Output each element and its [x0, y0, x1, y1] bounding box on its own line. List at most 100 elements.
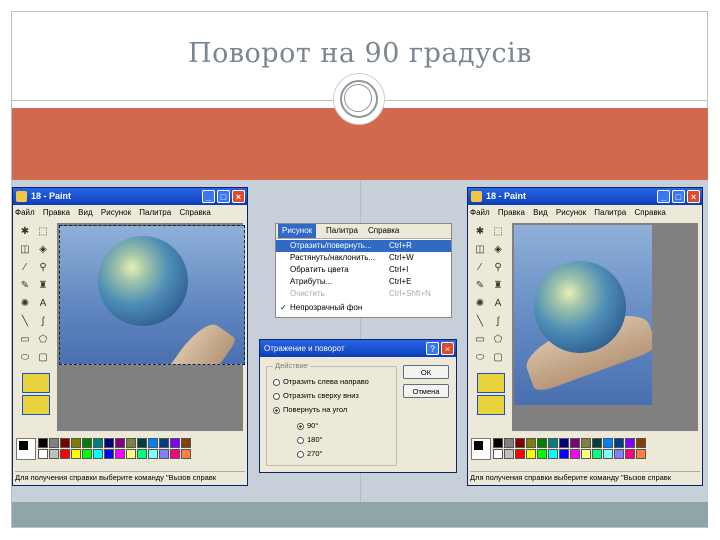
menu-item-attributes[interactable]: Атрибуты... Ctrl+E [276, 276, 451, 288]
window-titlebar[interactable]: 18 - Paint _ □ × [13, 188, 247, 205]
rect-select-icon[interactable]: ⬚ [491, 225, 505, 239]
palette-swatch[interactable] [60, 449, 70, 459]
palette-swatch[interactable] [93, 449, 103, 459]
line-icon[interactable]: ╲ [473, 315, 487, 329]
maximize-icon[interactable]: □ [217, 190, 230, 203]
palette-swatch[interactable] [126, 449, 136, 459]
cancel-button[interactable]: Отмена [403, 384, 449, 398]
palette-swatch[interactable] [148, 438, 158, 448]
angle-270-option[interactable]: 270° [297, 449, 323, 459]
window-titlebar[interactable]: 18 - Paint _ □ × [468, 188, 702, 205]
palette-swatch[interactable] [636, 449, 646, 459]
palette-swatch[interactable] [581, 449, 591, 459]
rectangle-icon[interactable]: ▭ [18, 333, 32, 347]
palette-swatch[interactable] [537, 449, 547, 459]
line-icon[interactable]: ╲ [18, 315, 32, 329]
palette-swatch[interactable] [137, 438, 147, 448]
menu-item-flip-rotate[interactable]: Отразить/повернуть... Ctrl+R [276, 240, 451, 252]
minimize-icon[interactable]: _ [657, 190, 670, 203]
brush-icon[interactable]: ♜ [491, 279, 505, 293]
palette-swatch[interactable] [137, 449, 147, 459]
help-icon[interactable]: ? [426, 342, 439, 355]
flip-vertical-option[interactable]: Отразить сверху вниз [273, 391, 359, 401]
palette-swatch[interactable] [504, 449, 514, 459]
palette-swatch[interactable] [38, 449, 48, 459]
dialog-titlebar[interactable]: Отражение и поворот ? × [260, 340, 456, 357]
menu-help[interactable]: Справка [179, 208, 210, 217]
palette-swatch[interactable] [493, 449, 503, 459]
palette-swatch[interactable] [71, 438, 81, 448]
palette-swatch[interactable] [581, 438, 591, 448]
palette-swatch[interactable] [181, 438, 191, 448]
flip-horizontal-option[interactable]: Отразить слева направо [273, 377, 369, 387]
close-icon[interactable]: × [687, 190, 700, 203]
transparent-mode-icon[interactable] [477, 395, 505, 415]
brush-icon[interactable]: ♜ [36, 279, 50, 293]
palette-swatch[interactable] [515, 438, 525, 448]
palette-swatch[interactable] [603, 449, 613, 459]
free-select-icon[interactable]: ✱ [473, 225, 487, 239]
palette-swatch[interactable] [504, 438, 514, 448]
palette-swatch[interactable] [159, 449, 169, 459]
palette-swatch[interactable] [115, 438, 125, 448]
menu-palette[interactable]: Палитра [139, 208, 171, 217]
menu-image[interactable]: Рисунок [278, 224, 317, 238]
palette-swatch[interactable] [71, 449, 81, 459]
menu-palette[interactable]: Палитра [594, 208, 626, 217]
menu-palette[interactable]: Палитра [326, 224, 358, 238]
eraser-icon[interactable]: ◫ [18, 243, 32, 257]
palette-swatch[interactable] [82, 449, 92, 459]
rounded-rect-icon[interactable]: ▢ [36, 351, 50, 365]
palette-swatch[interactable] [93, 438, 103, 448]
picker-icon[interactable]: ⁄ [473, 261, 487, 275]
menu-help[interactable]: Справка [368, 224, 399, 238]
globe-image[interactable] [59, 225, 245, 365]
menu-item-stretch[interactable]: Растянуть/наклонить... Ctrl+W [276, 252, 451, 264]
angle-90-option[interactable]: 90° [297, 421, 318, 431]
palette-swatch[interactable] [559, 449, 569, 459]
text-icon[interactable]: A [491, 297, 505, 311]
palette-swatch[interactable] [170, 449, 180, 459]
rotated-globe-image[interactable] [514, 225, 652, 405]
canvas-area[interactable] [57, 223, 245, 431]
palette-swatch[interactable] [148, 449, 158, 459]
magnifier-icon[interactable]: ⚲ [491, 261, 505, 275]
palette-swatch[interactable] [614, 438, 624, 448]
close-icon[interactable]: × [441, 342, 454, 355]
menu-item-clear[interactable]: Очистить Ctrl+Shft+N [276, 288, 451, 300]
ellipse-icon[interactable]: ⬭ [18, 351, 32, 365]
palette-swatch[interactable] [82, 438, 92, 448]
ok-button[interactable]: ОК [403, 365, 449, 379]
menu-edit[interactable]: Правка [43, 208, 70, 217]
menu-view[interactable]: Вид [78, 208, 92, 217]
palette-swatch[interactable] [625, 438, 635, 448]
polygon-icon[interactable]: ⬠ [491, 333, 505, 347]
close-icon[interactable]: × [232, 190, 245, 203]
palette-swatch[interactable] [49, 438, 59, 448]
minimize-icon[interactable]: _ [202, 190, 215, 203]
ellipse-icon[interactable]: ⬭ [473, 351, 487, 365]
palette-swatch[interactable] [126, 438, 136, 448]
palette-swatch[interactable] [170, 438, 180, 448]
palette-swatch[interactable] [515, 449, 525, 459]
palette-swatch[interactable] [614, 449, 624, 459]
menu-image[interactable]: Рисунок [556, 208, 586, 217]
rectangle-icon[interactable]: ▭ [473, 333, 487, 347]
palette-swatch[interactable] [104, 438, 114, 448]
menu-help[interactable]: Справка [634, 208, 665, 217]
palette-swatch[interactable] [592, 449, 602, 459]
palette-swatch[interactable] [159, 438, 169, 448]
curve-icon[interactable]: ∫ [491, 315, 505, 329]
transparent-mode-icon[interactable] [22, 395, 50, 415]
palette-swatch[interactable] [570, 449, 580, 459]
palette-swatch[interactable] [537, 438, 547, 448]
picker-icon[interactable]: ⁄ [18, 261, 32, 275]
angle-180-option[interactable]: 180° [297, 435, 323, 445]
menu-file[interactable]: Файл [470, 208, 490, 217]
palette-swatch[interactable] [38, 438, 48, 448]
free-select-icon[interactable]: ✱ [18, 225, 32, 239]
curve-icon[interactable]: ∫ [36, 315, 50, 329]
palette-swatch[interactable] [181, 449, 191, 459]
menu-item-invert[interactable]: Обратить цвета Ctrl+I [276, 264, 451, 276]
opaque-mode-icon[interactable] [477, 373, 505, 393]
